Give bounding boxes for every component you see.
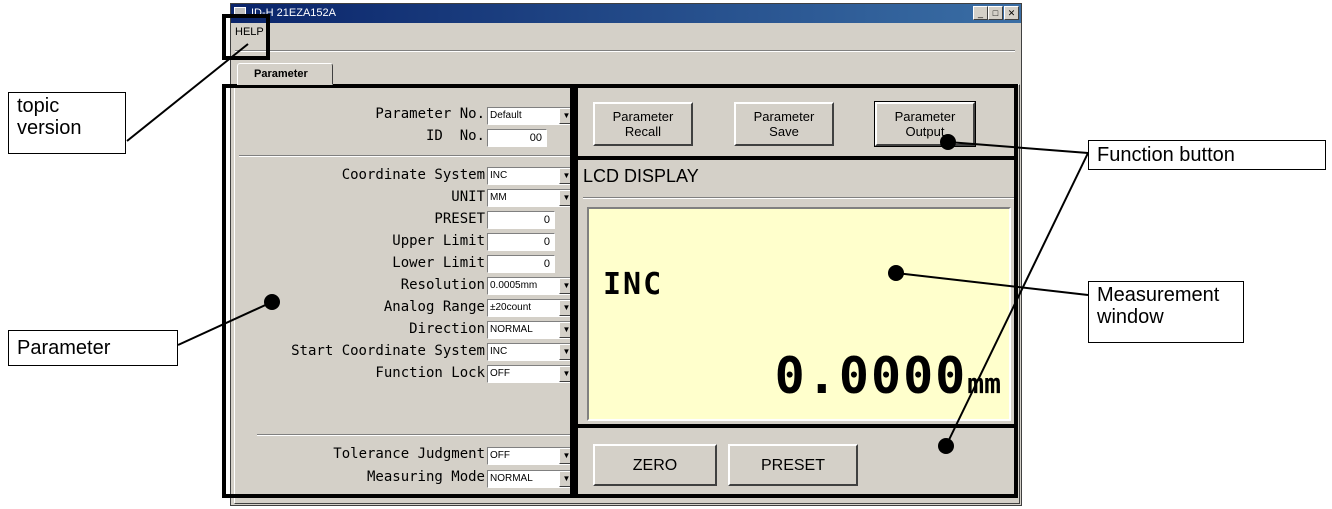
topic-version-callout: topic version xyxy=(8,92,126,154)
annotation-lines xyxy=(126,43,1089,447)
function-button-leader-1 xyxy=(947,141,1089,154)
topic-version-leader xyxy=(126,43,249,142)
function-button-marker xyxy=(940,134,956,150)
tab-parameter[interactable]: Parameter xyxy=(237,63,333,85)
parameter-callout: Parameter xyxy=(8,330,178,366)
measurement-window-marker xyxy=(888,265,904,281)
function-button-leader-2 xyxy=(945,152,1089,447)
function-button-callout: Function button xyxy=(1088,140,1326,170)
parameter-marker xyxy=(264,294,280,310)
parameter-leader xyxy=(177,301,273,346)
bottom-buttons-marker xyxy=(938,438,954,454)
measurement-window-callout: Measurement window xyxy=(1088,281,1244,343)
measurement-window-leader xyxy=(895,272,1089,296)
